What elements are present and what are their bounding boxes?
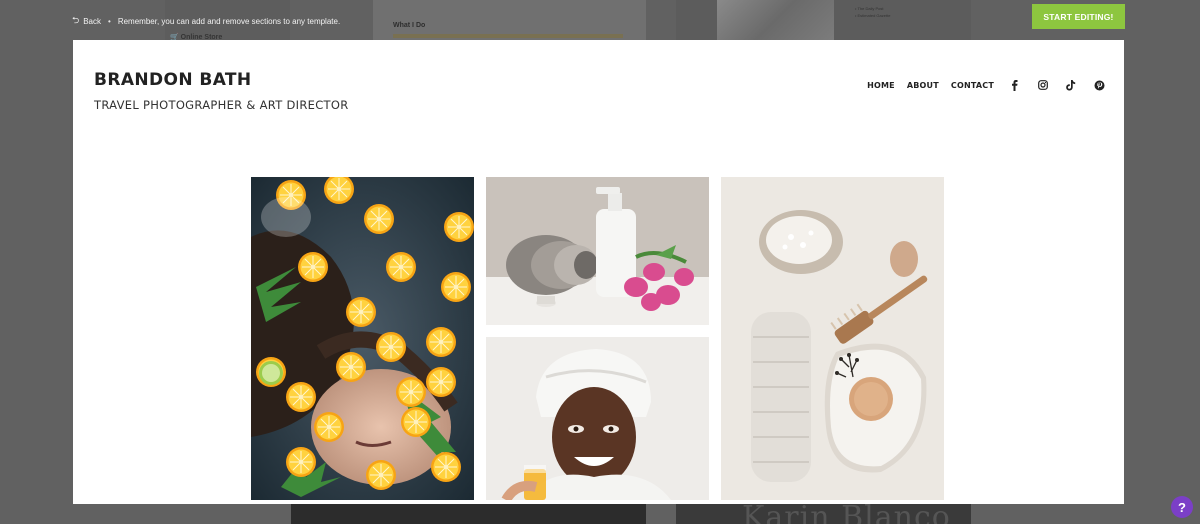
- template-hint: Remember, you can add and remove section…: [117, 16, 341, 26]
- site-title: BRANDON BATH: [94, 70, 252, 90]
- gallery-image-bath-oranges[interactable]: [251, 177, 474, 500]
- background-bottom-block: [291, 504, 646, 524]
- start-editing-button[interactable]: START EDITING!: [1032, 4, 1125, 29]
- pinterest-icon[interactable]: [1092, 78, 1106, 92]
- site-subtitle: TRAVEL PHOTOGRAPHER & ART DIRECTOR: [94, 98, 349, 112]
- back-label: Back: [83, 16, 102, 26]
- gallery-image-face-mask[interactable]: [486, 337, 709, 500]
- separator: •: [108, 16, 111, 26]
- gallery-image-spa-still-life[interactable]: [486, 177, 709, 325]
- nav-about[interactable]: ABOUT: [907, 81, 939, 90]
- nav-contact[interactable]: CONTACT: [951, 81, 994, 90]
- background-portrait: [717, 0, 834, 40]
- background-what-i-do: What I Do: [393, 22, 426, 29]
- template-preview: BRANDON BATH TRAVEL PHOTOGRAPHER & ART D…: [73, 40, 1124, 504]
- instagram-icon[interactable]: [1036, 78, 1050, 92]
- facebook-icon[interactable]: [1008, 78, 1022, 92]
- back-link[interactable]: ⮌ Back • Remember, you can add and remov…: [72, 13, 340, 29]
- background-list: • The Daily Post • Estimated Gazette: [855, 6, 891, 18]
- help-button[interactable]: ?: [1171, 496, 1193, 518]
- tiktok-icon[interactable]: [1064, 78, 1078, 92]
- nav-home[interactable]: HOME: [867, 81, 895, 90]
- background-heading: Karin Blanco: [742, 500, 951, 524]
- background-text-line: [393, 34, 623, 38]
- gallery-image-bath-products[interactable]: [721, 177, 944, 500]
- back-arrow-icon: ⮌: [72, 15, 80, 25]
- site-nav: HOME ABOUT CONTACT: [867, 78, 1106, 92]
